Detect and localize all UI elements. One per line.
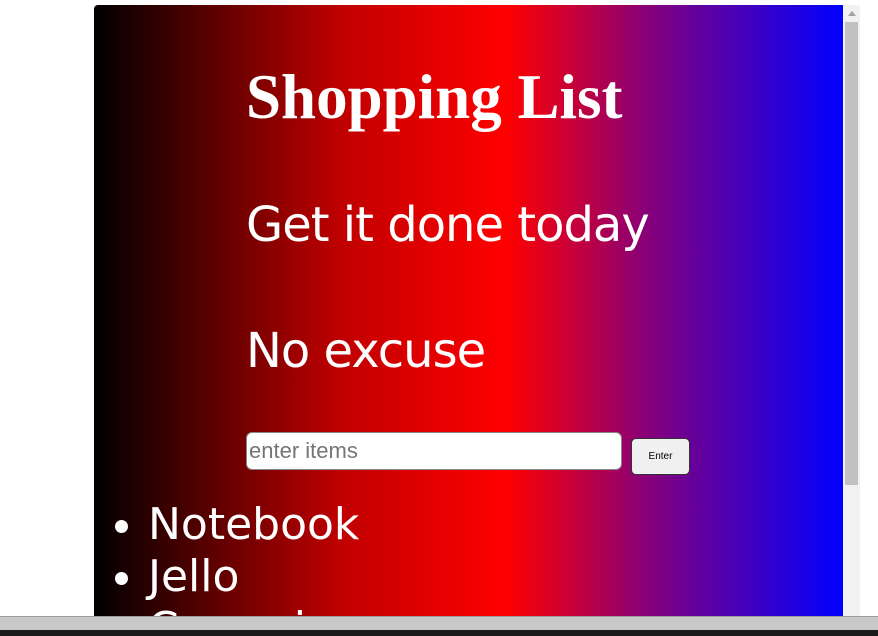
vertical-scrollbar[interactable]: [843, 5, 860, 616]
horizontal-scrollbar[interactable]: [0, 616, 878, 631]
scrollbar-thumb[interactable]: [845, 22, 858, 485]
window-bottom-edge: [0, 630, 878, 636]
list-item: Notebook: [148, 499, 359, 551]
enter-button[interactable]: Enter: [631, 438, 690, 475]
tagline-no-excuse: No excuse: [246, 323, 486, 379]
shopping-list: Notebook Jello Ceramic: [118, 499, 359, 616]
list-item: Jello: [148, 551, 359, 603]
list-item: Ceramic: [148, 603, 359, 616]
page-viewport: Shopping List Get it done today No excus…: [94, 5, 843, 616]
page-title: Shopping List: [246, 62, 623, 132]
tagline-get-it-done: Get it done today: [246, 197, 650, 253]
scroll-up-arrow-icon[interactable]: [843, 5, 860, 22]
item-input[interactable]: [246, 432, 622, 470]
